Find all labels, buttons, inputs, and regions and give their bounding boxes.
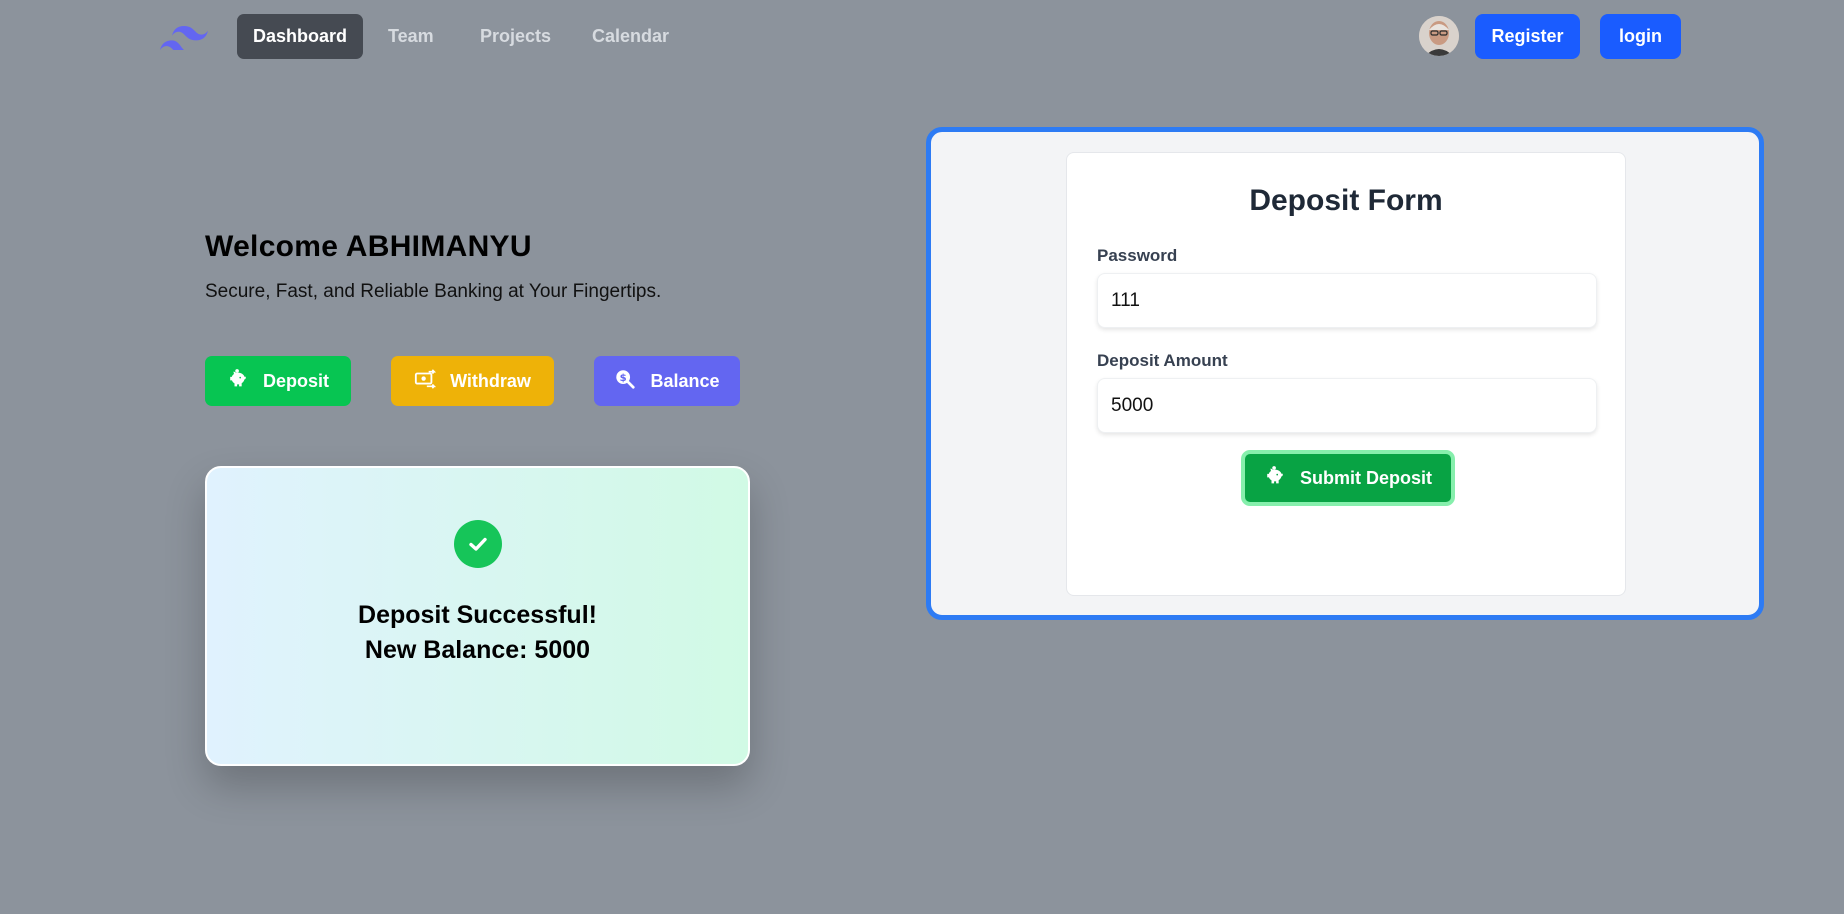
welcome-heading: Welcome ABHIMANYU (205, 230, 532, 263)
deposit-result-message: Deposit Successful! New Balance: 5000 (358, 598, 597, 668)
password-field[interactable] (1097, 273, 1597, 328)
submit-deposit-label: Submit Deposit (1299, 467, 1432, 488)
top-nav: Dashboard Team Projects Calendar Registe… (0, 0, 1844, 75)
nav-team[interactable]: Team (372, 14, 450, 59)
piggy-bank-icon (227, 368, 249, 395)
check-circle-icon (453, 520, 502, 568)
deposit-button[interactable]: Deposit (205, 356, 351, 406)
register-button[interactable]: Register (1475, 14, 1580, 59)
balance-button-label: Balance (650, 370, 720, 391)
password-label: Password (1097, 246, 1178, 265)
dashboard-page: Dashboard Team Projects Calendar Registe… (0, 0, 1844, 914)
deposit-amount-field[interactable] (1097, 378, 1597, 433)
login-button[interactable]: login (1600, 14, 1681, 59)
svg-text:$: $ (620, 372, 627, 383)
deposit-result-card: Deposit Successful! New Balance: 5000 (205, 466, 750, 766)
nav-dashboard[interactable]: Dashboard (237, 14, 364, 59)
search-dollar-icon: $ (614, 368, 636, 395)
nav-calendar[interactable]: Calendar (576, 14, 685, 59)
piggy-bank-icon (1264, 465, 1286, 492)
submit-deposit-button[interactable]: Submit Deposit (1241, 450, 1455, 506)
form-title: Deposit Form (1249, 184, 1443, 217)
money-transfer-icon (414, 368, 437, 395)
deposit-amount-label: Deposit Amount (1097, 351, 1228, 370)
tailwind-logo-icon[interactable] (160, 20, 208, 54)
user-avatar[interactable] (1419, 16, 1459, 56)
deposit-form-card: Deposit Form Password Deposit Amount Sub… (1066, 152, 1626, 596)
withdraw-button-label: Withdraw (450, 370, 531, 391)
tagline-text: Secure, Fast, and Reliable Banking at Yo… (205, 281, 662, 302)
nav-projects[interactable]: Projects (464, 14, 567, 59)
result-line-success: Deposit Successful! (358, 601, 597, 629)
deposit-form-panel: Deposit Form Password Deposit Amount Sub… (926, 127, 1764, 620)
result-line-balance: New Balance: 5000 (364, 636, 591, 664)
balance-button[interactable]: $ Balance (594, 356, 740, 406)
withdraw-button[interactable]: Withdraw (391, 356, 554, 406)
deposit-button-label: Deposit (262, 370, 329, 391)
